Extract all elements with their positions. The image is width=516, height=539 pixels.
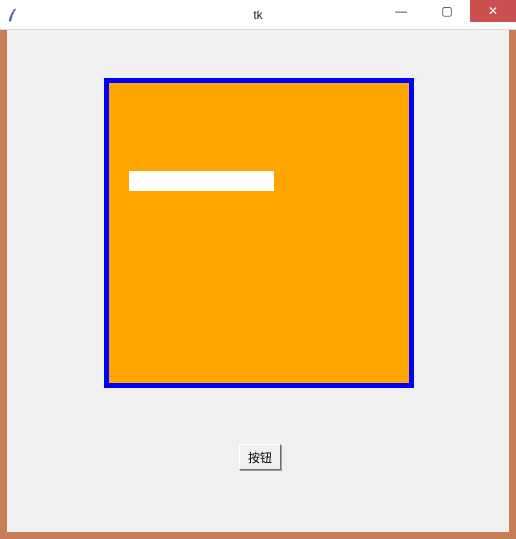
client-area: 按钮 [7, 30, 509, 532]
minimize-button[interactable]: — [378, 0, 424, 22]
colored-frame [104, 78, 414, 388]
text-entry[interactable] [129, 171, 274, 191]
close-button[interactable]: ✕ [470, 0, 516, 22]
window-controls: — ▢ ✕ [378, 0, 516, 29]
maximize-button[interactable]: ▢ [424, 0, 470, 22]
minimize-icon: — [395, 5, 407, 17]
app-icon [6, 7, 22, 23]
maximize-icon: ▢ [441, 5, 452, 17]
window-title: tk [253, 8, 262, 22]
action-button[interactable]: 按钮 [239, 444, 281, 470]
titlebar: tk — ▢ ✕ [0, 0, 516, 30]
close-icon: ✕ [488, 5, 498, 17]
